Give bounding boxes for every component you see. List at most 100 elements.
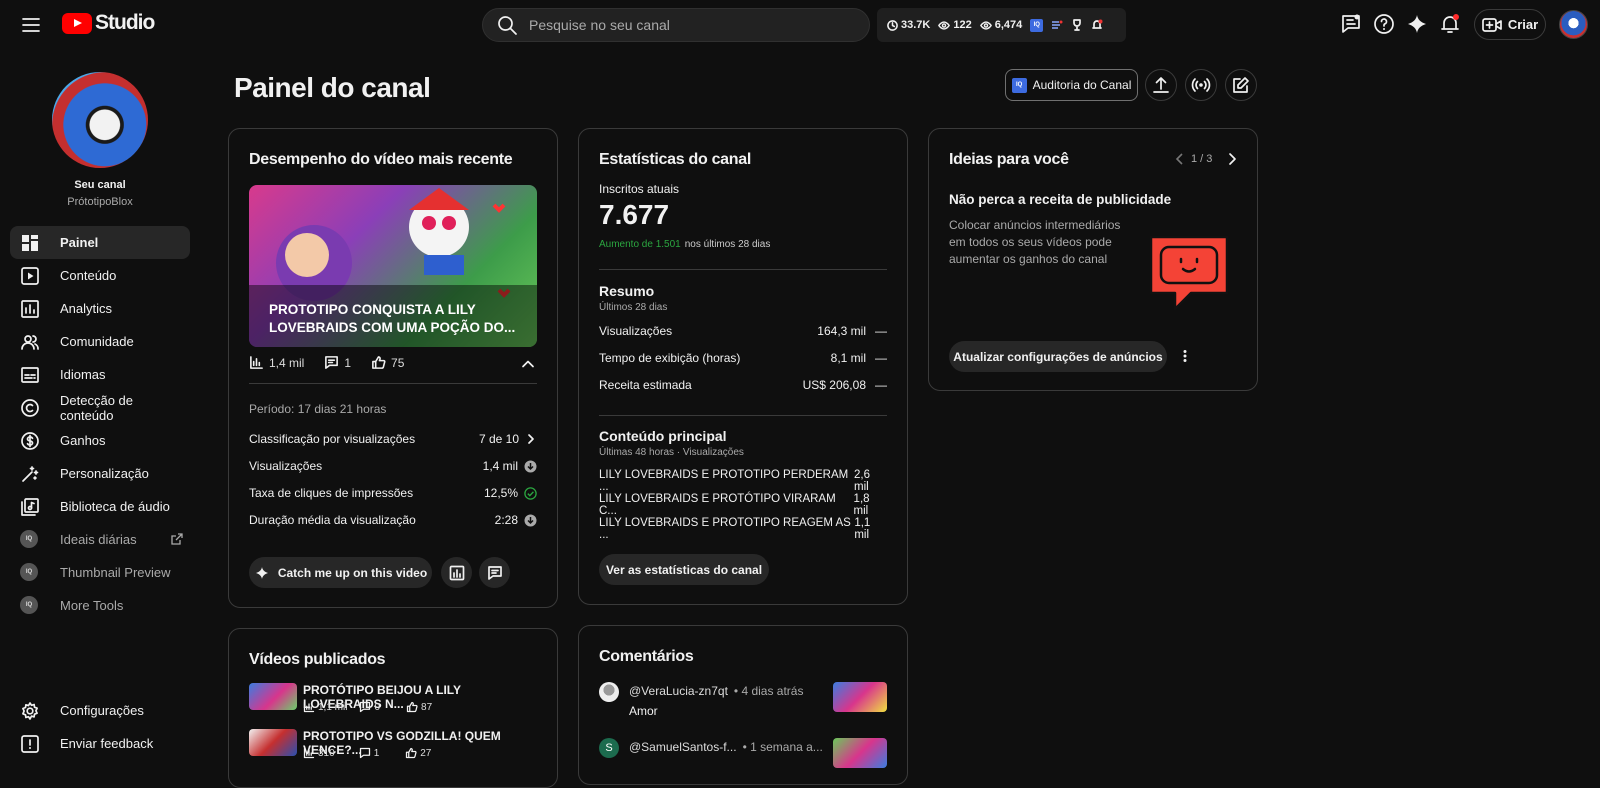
commenter-avatar: S xyxy=(599,738,619,758)
video-comments-button[interactable] xyxy=(479,557,510,588)
growth-value: Aumento de 1.501 xyxy=(599,239,681,250)
iq-icon[interactable]: IQ xyxy=(1030,18,1044,32)
sidebar-item-comunidade[interactable]: Comunidade xyxy=(10,325,190,358)
top-content-row[interactable]: LILY LOVEBRAIDS E PROTOTIPO PERDERAM ...… xyxy=(599,469,887,493)
bell-alert-icon[interactable] xyxy=(1091,19,1103,31)
chevron-up-icon[interactable] xyxy=(521,357,535,371)
idea-headline: Não perca a receita de publicidade xyxy=(949,192,1172,207)
search-input[interactable] xyxy=(529,17,829,33)
list-icon[interactable] xyxy=(1051,19,1063,31)
sidebar-item-more-tools[interactable]: IQ More Tools xyxy=(10,589,190,622)
iq-icon: IQ xyxy=(20,595,40,616)
arrow-down-circle-icon xyxy=(524,460,537,473)
update-ad-settings-button[interactable]: Atualizar configurações de anúncios xyxy=(949,341,1167,372)
metric-label: Visualizações xyxy=(249,459,323,473)
catch-me-up-button[interactable]: Catch me up on this video xyxy=(249,557,432,588)
youtube-logo-icon xyxy=(62,12,92,34)
summary-value: 164,3 mil xyxy=(817,324,866,338)
latest-video-card: Desempenho do vídeo mais recente PROTOTI… xyxy=(228,128,558,608)
gear-icon xyxy=(20,701,40,721)
menu-icon[interactable] xyxy=(18,12,44,38)
sidebar-item-label: Conteúdo xyxy=(60,268,117,283)
sidebar-item-deteccao[interactable]: Detecção de conteúdo xyxy=(10,391,190,424)
sidebar-item-conteudo[interactable]: Conteúdo xyxy=(10,259,190,292)
sidebar-item-analytics[interactable]: Analytics xyxy=(10,292,190,325)
help-icon[interactable] xyxy=(1372,12,1396,36)
metric-row-rank[interactable]: Classificação por visualizações 7 de 10 xyxy=(249,432,537,446)
more-vert-icon[interactable] xyxy=(1177,348,1193,364)
growth-suffix: nos últimos 28 dias xyxy=(684,239,771,250)
comments-count: 1 xyxy=(373,747,380,759)
sidebar-item-ideias-diarias[interactable]: IQ Ideais diárias xyxy=(10,523,190,556)
trophy-icon[interactable] xyxy=(1071,19,1083,31)
feedback-chat-icon[interactable] xyxy=(1339,12,1363,36)
published-video-item[interactable]: PROTÓTIPO BEIJOU A LILY LOVEBRAIDS N... … xyxy=(249,683,537,719)
view-channel-stats-button[interactable]: Ver as estatísticas do canal xyxy=(599,554,769,585)
sidebar-item-feedback[interactable]: Enviar feedback xyxy=(10,727,190,760)
summary-row: Visualizações 164,3 mil — xyxy=(599,324,887,338)
summary-label: Visualizações xyxy=(599,324,673,338)
upload-button[interactable] xyxy=(1145,69,1177,101)
top-content-row[interactable]: LILY LOVEBRAIDS E PROTOTIPO REAGEM AS ..… xyxy=(599,517,887,541)
copyright-icon xyxy=(20,398,40,418)
sidebar-item-configuracoes[interactable]: Configurações xyxy=(10,694,190,727)
sidebar-item-biblioteca[interactable]: Biblioteca de áudio xyxy=(10,490,190,523)
summary-row: Receita estimada US$ 206,08 — xyxy=(599,378,887,392)
summary-title: Resumo xyxy=(599,283,655,299)
sidebar-item-label: Analytics xyxy=(60,301,113,316)
check-circle-icon xyxy=(524,486,537,500)
summary-label: Tempo de exibição (horas) xyxy=(599,351,741,365)
sidebar-item-label: Detecção de conteúdo xyxy=(60,392,133,423)
sidebar-item-ganhos[interactable]: Ganhos xyxy=(10,424,190,457)
thumbnail-title: PROTOTIPO CONQUISTA A LILY LOVEBRAIDS CO… xyxy=(269,302,516,335)
sidebar-item-painel[interactable]: Painel xyxy=(10,226,190,259)
top-content-row[interactable]: LILY LOVEBRAIDS E PROTÓTIPO VIRARAM C...… xyxy=(599,493,887,517)
sparkle-icon[interactable] xyxy=(1405,12,1429,36)
app-name: Studio xyxy=(95,11,155,34)
dollar-icon xyxy=(20,431,40,451)
chevron-left-icon[interactable] xyxy=(1173,152,1187,166)
studio-logo[interactable]: Studio xyxy=(62,11,155,35)
analytics-icon xyxy=(449,565,465,581)
realtime-stats-widget[interactable]: 33.7K 122 6,474 IQ xyxy=(877,8,1126,42)
sparkle-icon xyxy=(254,565,270,581)
card-title: Estatísticas do canal xyxy=(599,151,751,168)
page-title: Painel do canal xyxy=(234,72,431,103)
sidebar-item-label: Enviar feedback xyxy=(60,736,154,751)
video-stats: 1,1 mil 0 87 xyxy=(303,701,432,713)
top-content-label: LILY LOVEBRAIDS E PROTOTIPO REAGEM AS ..… xyxy=(599,517,851,541)
likes-count: 87 xyxy=(421,701,433,713)
video-analytics-button[interactable] xyxy=(441,557,472,588)
eye-icon xyxy=(938,20,951,31)
sidebar-item-label: Configurações xyxy=(60,703,144,718)
eye-icon xyxy=(979,20,992,31)
iq-icon: IQ xyxy=(20,562,40,583)
create-button[interactable]: Criar xyxy=(1474,9,1546,40)
channel-audit-button[interactable]: IQ Auditoria do Canal xyxy=(1005,69,1138,101)
sidebar-item-thumbnail-preview[interactable]: IQ Thumbnail Preview xyxy=(10,556,190,589)
chevron-right-icon[interactable] xyxy=(1225,152,1239,166)
sidebar-item-personalizacao[interactable]: Personalização xyxy=(10,457,190,490)
channel-avatar[interactable] xyxy=(52,72,148,168)
card-title: Ideias para você xyxy=(949,151,1069,168)
sidebar-item-label: Thumbnail Preview xyxy=(60,565,171,580)
video-thumbnail xyxy=(249,729,297,756)
sidebar-item-label: Ganhos xyxy=(60,433,106,448)
summary-row: Tempo de exibição (horas) 8,1 mil — xyxy=(599,351,887,365)
search-bar[interactable] xyxy=(482,8,870,42)
video-thumbnail[interactable]: PROTOTIPO CONQUISTA A LILY LOVEBRAIDS CO… xyxy=(249,185,537,347)
published-video-item[interactable]: PROTOTIPO VS GODZILLA! QUEM VENCE?... 31… xyxy=(249,729,537,765)
comments-count: 1 xyxy=(344,355,352,370)
arrow-down-circle-icon xyxy=(524,514,537,527)
metric-label: Duração média da visualização xyxy=(249,513,416,527)
comment-item[interactable]: S @SamuelSantos-f... • 1 semana a... xyxy=(599,736,887,776)
top-bar: Studio 33.7K 122 6,474 IQ Criar xyxy=(0,0,1600,48)
sidebar-item-idiomas[interactable]: Idiomas xyxy=(10,358,190,391)
comment-item[interactable]: @VeraLucia-zn7qt • 4 dias atrás Amor xyxy=(599,682,887,722)
top-content-value: 1,1 mil xyxy=(854,517,871,541)
notifications-icon[interactable] xyxy=(1438,12,1462,36)
account-avatar[interactable] xyxy=(1559,10,1588,39)
idea-body: Colocar anúncios intermediários em todos… xyxy=(949,218,1121,266)
create-post-button[interactable] xyxy=(1225,69,1257,101)
go-live-button[interactable] xyxy=(1185,69,1217,101)
